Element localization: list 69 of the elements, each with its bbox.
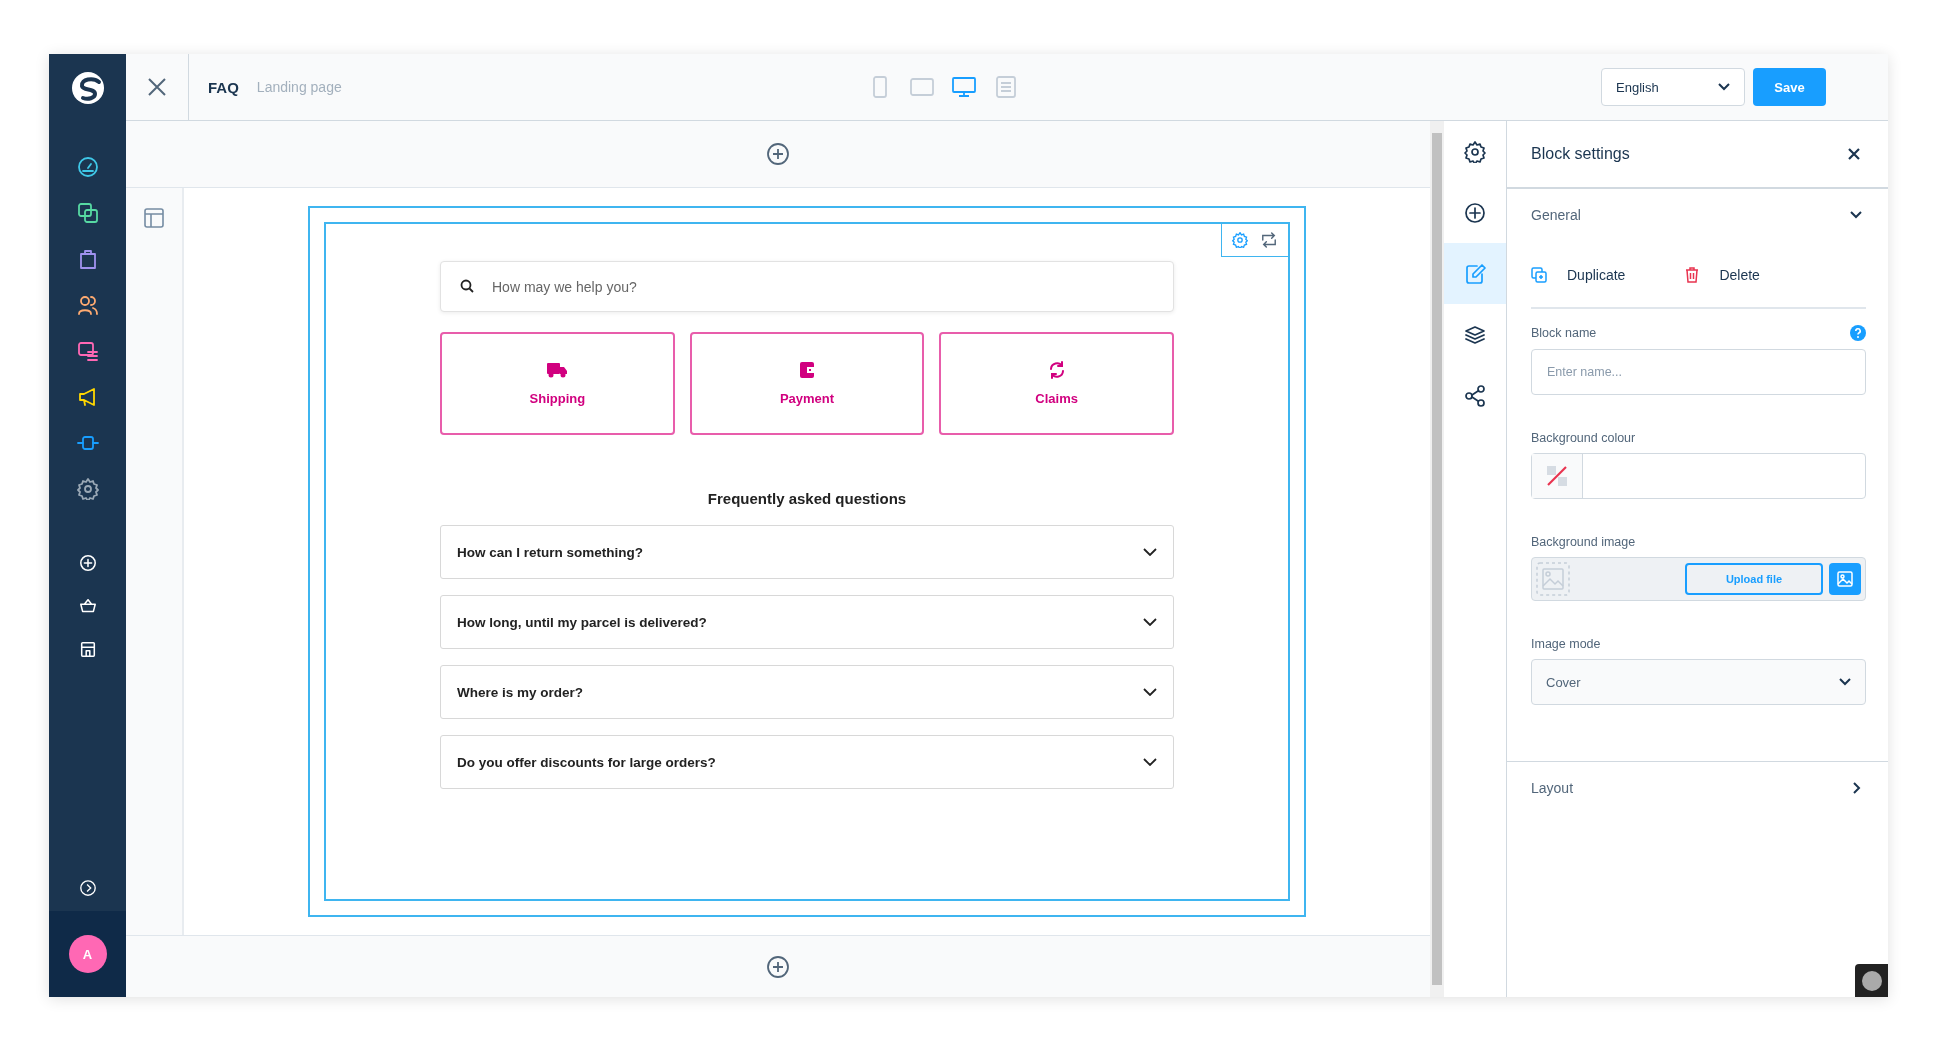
- field-label: Image mode: [1531, 637, 1601, 651]
- question-text: How can I return something?: [457, 544, 643, 560]
- logo-icon[interactable]: [70, 70, 105, 105]
- layout-section-header[interactable]: Layout: [1507, 762, 1888, 814]
- colour-field[interactable]: [1531, 453, 1866, 499]
- catalog-icon[interactable]: [76, 202, 99, 224]
- settings-icon[interactable]: [1232, 232, 1248, 248]
- field-label: Background image: [1531, 535, 1636, 549]
- question-row[interactable]: How long, until my parcel is delivered?: [440, 595, 1174, 649]
- block-name-field[interactable]: Enter name...: [1531, 349, 1866, 395]
- media-button[interactable]: [1829, 563, 1861, 595]
- field-label: Background colour: [1531, 431, 1636, 445]
- field-label: Block name: [1531, 326, 1597, 340]
- image-mode-select[interactable]: Cover: [1531, 659, 1866, 705]
- category-label: Payment: [779, 391, 835, 406]
- close-icon[interactable]: [147, 77, 167, 97]
- truck-icon: [546, 361, 569, 379]
- general-section-header[interactable]: General: [1507, 189, 1888, 241]
- search-icon: [460, 279, 474, 293]
- desktop-view-button[interactable]: [950, 75, 977, 99]
- caret-icon: [1718, 83, 1730, 91]
- question-text: Do you offer discounts for large orders?: [457, 754, 716, 770]
- page-type: Landing page: [256, 79, 342, 95]
- settings-icon: [1464, 140, 1486, 163]
- add-icon: [1464, 201, 1486, 224]
- duplicate-button[interactable]: Duplicate: [1531, 267, 1626, 283]
- customers-icon[interactable]: [76, 294, 99, 316]
- store-icon[interactable]: [78, 640, 97, 658]
- plus-circle-icon[interactable]: [78, 554, 97, 572]
- add-section-icon[interactable]: [766, 954, 790, 979]
- expand-icon[interactable]: [78, 879, 97, 897]
- panel-title: Block settings: [1531, 145, 1630, 163]
- category-card[interactable]: Payment: [689, 332, 925, 435]
- swap-icon[interactable]: [1260, 232, 1278, 248]
- no-colour-icon: [1546, 465, 1568, 487]
- language-select[interactable]: English: [1601, 68, 1745, 106]
- help-icon[interactable]: [1850, 325, 1866, 341]
- delete-button[interactable]: Delete: [1685, 267, 1760, 283]
- search-field[interactable]: How may we help you?: [440, 261, 1174, 312]
- share-icon: [1464, 384, 1486, 407]
- trash-icon: [1685, 267, 1700, 283]
- question-row[interactable]: How can I return something?: [440, 525, 1174, 579]
- question-text: Where is my order?: [457, 684, 584, 700]
- question-row[interactable]: Where is my order?: [440, 665, 1174, 719]
- category-card[interactable]: Shipping: [440, 332, 675, 435]
- duplicate-icon: [1531, 267, 1547, 283]
- image-placeholder-icon: [1536, 562, 1570, 596]
- category-label: Claims: [1035, 391, 1078, 406]
- image-icon: [1837, 571, 1853, 587]
- scrollbar[interactable]: [1430, 121, 1444, 997]
- edit-icon: [1464, 262, 1486, 285]
- caret-icon: [1839, 678, 1851, 686]
- layout-icon[interactable]: [144, 208, 164, 228]
- question-row[interactable]: Do you offer discounts for large orders?: [440, 735, 1174, 789]
- question-text: How long, until my parcel is delivered?: [457, 614, 707, 630]
- block-outline[interactable]: How may we help you? Shipping Payment Claims Frequently asked questions How can I return something? How long, until my parcel is delivered? Where is my order? Do you offer discounts for large orders?: [324, 222, 1290, 901]
- settings-icon[interactable]: [76, 478, 99, 500]
- faq-heading: Frequently asked questions: [706, 490, 908, 507]
- category-card[interactable]: Claims: [939, 332, 1174, 435]
- debug-toolbar-button[interactable]: [1855, 964, 1888, 997]
- content-icon[interactable]: [76, 340, 99, 362]
- add-section-icon[interactable]: [766, 142, 790, 166]
- category-label: Shipping: [529, 391, 586, 406]
- page-title: FAQ: [208, 78, 239, 96]
- layers-icon: [1464, 323, 1486, 346]
- circle-icon: [1859, 968, 1884, 993]
- close-icon[interactable]: [1848, 148, 1860, 160]
- basket-icon[interactable]: [78, 597, 97, 615]
- dashboard-icon[interactable]: [76, 156, 99, 178]
